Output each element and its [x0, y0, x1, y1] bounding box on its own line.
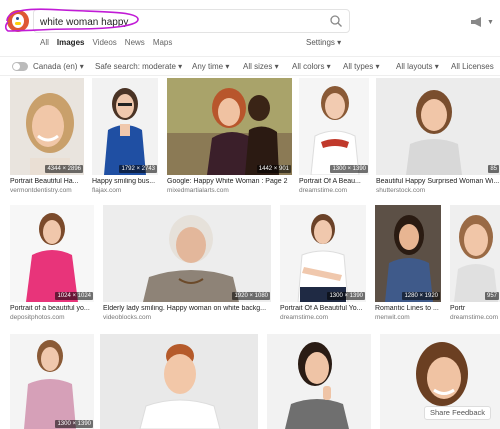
result-source[interactable]: dreamstime.com: [280, 314, 366, 321]
image-result[interactable]: 1300 × 1390 Portrait Of A Beautiful Yo..…: [280, 205, 366, 325]
image-result[interactable]: 1300 × 1390: [10, 334, 94, 429]
image-dimensions: 1792 × 2743: [119, 165, 157, 173]
result-source[interactable]: mixedmartialarts.com: [167, 187, 292, 194]
tab-maps[interactable]: Maps: [153, 38, 173, 52]
image-dimensions: 1442 × 901: [256, 165, 291, 173]
tab-videos[interactable]: Videos: [92, 38, 116, 52]
result-thumbnail[interactable]: [280, 205, 366, 302]
image-result[interactable]: [267, 334, 371, 429]
layout-filter[interactable]: All layouts ▾: [396, 62, 439, 71]
result-thumbnail[interactable]: [100, 334, 258, 429]
image-dimensions: 1280 × 1920: [402, 292, 440, 300]
search-input[interactable]: [40, 13, 320, 31]
result-thumbnail[interactable]: [167, 78, 292, 175]
result-title[interactable]: Beautiful Happy Surprised Woman Wi...: [376, 178, 500, 185]
result-source[interactable]: depositphotos.com: [10, 314, 94, 321]
menu-chevron-down-icon[interactable]: ▼: [487, 19, 494, 26]
image-dimensions: 1300 × 1390: [330, 165, 368, 173]
result-thumbnail[interactable]: [267, 334, 371, 429]
image-result[interactable]: 4344 × 2896 Portrait Beautiful Ha... ver…: [10, 78, 84, 198]
result-title[interactable]: Elderly lady smiling. Happy woman on whi…: [103, 305, 271, 312]
result-thumbnail[interactable]: [375, 205, 441, 302]
tab-news[interactable]: News: [125, 38, 145, 52]
share-feedback-button[interactable]: Share Feedback: [424, 406, 491, 420]
search-icon[interactable]: [329, 14, 343, 28]
time-filter[interactable]: Any time ▾: [192, 62, 229, 71]
result-title[interactable]: Portrait Beautiful Ha...: [10, 178, 84, 185]
tab-images[interactable]: Images: [57, 38, 85, 52]
image-result[interactable]: 1024 × 1024 Portrait of a beautiful yo..…: [10, 205, 94, 325]
image-result[interactable]: [100, 334, 258, 429]
search-box: [33, 9, 350, 33]
settings-label: Settings: [306, 38, 335, 47]
result-title[interactable]: Happy smiling bus...: [92, 178, 158, 185]
result-thumbnail[interactable]: [92, 78, 158, 175]
tab-all[interactable]: All: [40, 38, 49, 52]
image-result[interactable]: 1792 × 2743 Happy smiling bus... flajax.…: [92, 78, 158, 198]
image-dimensions: 1024 × 1024: [55, 292, 93, 300]
type-filter[interactable]: All types ▾: [343, 62, 379, 71]
result-source[interactable]: flajax.com: [92, 187, 158, 194]
image-dimensions: 1300 × 1390: [327, 292, 365, 300]
result-thumbnail[interactable]: [10, 78, 84, 175]
license-filter[interactable]: All Licenses: [451, 62, 494, 71]
image-dimensions: 4344 × 2896: [45, 165, 83, 173]
duckduckgo-logo-icon[interactable]: [7, 10, 29, 32]
megaphone-icon[interactable]: [470, 17, 484, 27]
image-dimensions: 85: [488, 165, 499, 173]
result-title[interactable]: Portrait Of A Beau...: [299, 178, 369, 185]
result-source[interactable]: menwit.com: [375, 314, 441, 321]
image-dimensions: 1300 × 1390: [55, 420, 93, 428]
image-result[interactable]: 85 Beautiful Happy Surprised Woman Wi...…: [376, 78, 500, 198]
result-title[interactable]: Google: Happy White Woman : Page 2: [167, 178, 292, 185]
image-dimensions: 1920 × 1080: [232, 292, 270, 300]
result-title[interactable]: Portrait of a beautiful yo...: [10, 305, 94, 312]
result-source[interactable]: dreamstime.com: [450, 314, 500, 321]
image-dimensions: 957: [484, 292, 499, 300]
search-tabs: All Images Videos News Maps: [40, 38, 172, 52]
result-thumbnail[interactable]: [450, 205, 500, 302]
region-toggle[interactable]: [12, 62, 28, 71]
result-thumbnail[interactable]: [376, 78, 500, 175]
result-source[interactable]: shutterstock.com: [376, 187, 500, 194]
header: ▼ All Images Videos News Maps Settings ▾: [0, 0, 500, 56]
image-results-grid: 4344 × 2896 Portrait Beautiful Ha... ver…: [0, 78, 500, 429]
result-title[interactable]: Romantic Lines to ...: [375, 305, 441, 312]
result-thumbnail[interactable]: [10, 334, 94, 429]
color-filter[interactable]: All colors ▾: [292, 62, 331, 71]
result-source[interactable]: dreamstime.com: [299, 187, 369, 194]
result-thumbnail[interactable]: [10, 205, 94, 302]
result-title[interactable]: Portr: [450, 305, 500, 312]
size-filter[interactable]: All sizes ▾: [243, 62, 279, 71]
image-result[interactable]: 1280 × 1920 Romantic Lines to ... menwit…: [375, 205, 441, 325]
result-thumbnail[interactable]: [103, 205, 271, 302]
filter-bar: Canada (en) ▾ Safe search: moderate ▾ An…: [0, 56, 500, 76]
region-filter[interactable]: Canada (en) ▾: [33, 62, 84, 71]
image-result[interactable]: 1920 × 1080 Elderly lady smiling. Happy …: [103, 205, 271, 325]
result-source[interactable]: vermontdentistry.com: [10, 187, 84, 194]
image-result[interactable]: 1442 × 901 Google: Happy White Woman : P…: [167, 78, 292, 198]
image-result[interactable]: 1300 × 1390 Portrait Of A Beau... dreams…: [299, 78, 369, 198]
result-thumbnail[interactable]: [299, 78, 369, 175]
settings-dropdown[interactable]: Settings ▾: [306, 38, 341, 47]
result-title[interactable]: Portrait Of A Beautiful Yo...: [280, 305, 366, 312]
safe-search-filter[interactable]: Safe search: moderate ▾: [95, 62, 182, 71]
result-source[interactable]: videoblocks.com: [103, 314, 271, 321]
image-result[interactable]: 957 Portr dreamstime.com: [450, 205, 500, 325]
chevron-down-icon: ▾: [337, 38, 342, 47]
